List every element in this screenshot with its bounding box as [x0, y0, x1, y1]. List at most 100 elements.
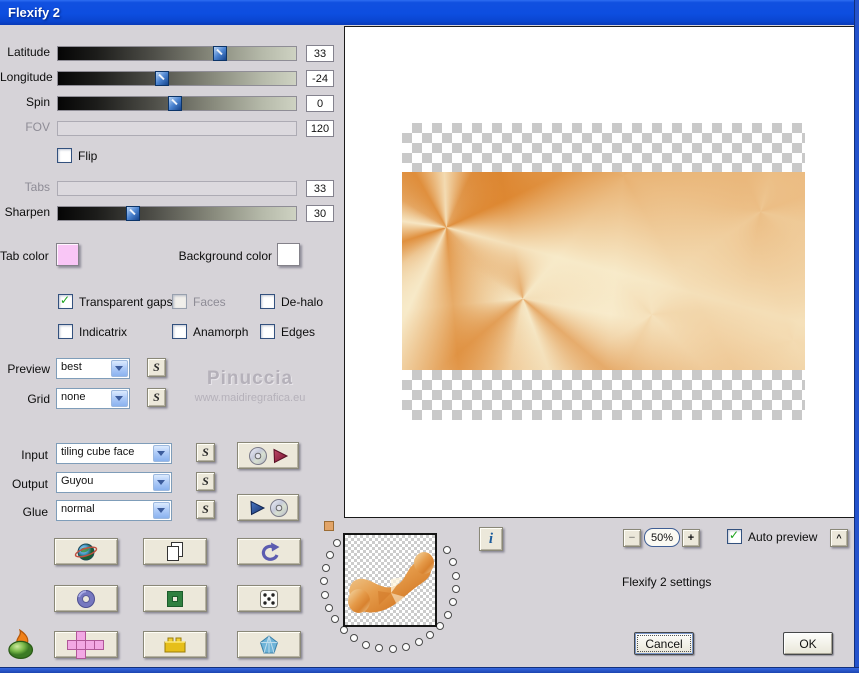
longitude-value-field[interactable]: -24 [306, 70, 334, 87]
chevron-down-icon[interactable] [153, 502, 170, 519]
output-select[interactable]: Guyou [56, 472, 172, 493]
preview-select[interactable]: best [56, 358, 130, 379]
longitude-label: Longitude [0, 70, 53, 84]
square-ring-button[interactable] [143, 585, 207, 612]
anamorph-checkbox[interactable]: ✓ [172, 324, 187, 339]
ring-dot [362, 640, 371, 649]
save-settings-button[interactable] [237, 442, 299, 469]
transparent-band-bottom [402, 370, 805, 420]
grid-s-button[interactable]: S [147, 388, 166, 407]
preview-s-button[interactable]: S [147, 358, 166, 377]
cube-net-button[interactable] [54, 630, 118, 659]
transparent-gaps-label: Transparent gaps [79, 294, 173, 309]
flexify-preview-image [402, 172, 805, 370]
glue-s-button[interactable]: S [196, 500, 215, 519]
preview-thumbnail[interactable] [343, 533, 437, 627]
flame-pear-icon [6, 629, 38, 659]
auto-preview-checkbox[interactable]: ✓ [727, 528, 742, 544]
check-icon: ✓ [60, 293, 71, 307]
input-select[interactable]: tiling cube face [56, 443, 172, 464]
gem-button[interactable] [237, 631, 301, 658]
spin-label: Spin [25, 95, 50, 109]
chevron-down-icon[interactable] [153, 474, 170, 491]
zoom-level[interactable]: 50% [644, 528, 680, 547]
latitude-slider-thumb[interactable] [213, 46, 227, 61]
glue-select[interactable]: normal [56, 500, 172, 521]
cancel-button[interactable]: Cancel [634, 632, 694, 655]
zoom-out-button[interactable]: − [623, 529, 641, 547]
random-dice-button[interactable] [237, 585, 301, 612]
collapse-button[interactable]: ^ [830, 529, 848, 547]
copy-button[interactable] [143, 538, 207, 565]
faces-checkbox: ✓ [172, 294, 187, 309]
fov-value-field[interactable]: 120 [306, 120, 334, 137]
preview-select-label: Preview [7, 362, 50, 376]
ok-button[interactable]: OK [783, 632, 833, 655]
glue-select-value: normal [61, 503, 95, 515]
output-select-value: Guyou [61, 475, 94, 487]
tabs-value-field[interactable]: 33 [306, 180, 334, 197]
glue-color-chip[interactable] [324, 521, 334, 531]
watermark: Pinuccia www.maidiregrafica.eu [170, 368, 330, 404]
flip-checkbox[interactable]: ✓ [57, 148, 72, 163]
sharpen-slider[interactable] [57, 206, 297, 221]
fov-slider [57, 121, 297, 136]
check-icon: ✓ [729, 528, 740, 542]
tabs-slider [57, 181, 297, 196]
indicatrix-label: Indicatrix [79, 324, 128, 339]
ring-dot [339, 625, 348, 634]
output-select-label: Output [11, 477, 48, 491]
info-button[interactable]: i [479, 527, 503, 551]
de-halo-label: De-halo [281, 294, 324, 309]
output-s-button[interactable]: S [196, 472, 215, 491]
transparent-gaps-checkbox[interactable]: ✓ [58, 293, 73, 309]
ring-dot [436, 621, 445, 630]
dice-icon [257, 587, 281, 611]
preview-select-value: best [61, 361, 82, 373]
latitude-value-field[interactable]: 33 [306, 45, 334, 62]
ring-dot [333, 539, 342, 548]
indicatrix-checkbox[interactable]: ✓ [58, 324, 73, 339]
chevron-down-icon[interactable] [153, 445, 170, 462]
fov-label: FOV [25, 120, 50, 134]
torus-button[interactable] [54, 585, 118, 612]
watermark-name: Pinuccia [206, 368, 294, 389]
ring-dot [449, 598, 458, 607]
glue-select-label: Glue [22, 505, 48, 519]
cd-disc-icon [269, 498, 289, 518]
spin-slider-thumb[interactable] [168, 96, 182, 111]
sharpen-value-field[interactable]: 30 [306, 205, 334, 222]
zoom-in-button[interactable]: + [682, 529, 700, 547]
flip-label: Flip [78, 148, 98, 163]
grid-select[interactable]: none [56, 388, 130, 409]
lego-brick-button[interactable] [143, 631, 207, 658]
background-color-label: Background color [178, 249, 272, 263]
ring-dot [350, 634, 359, 643]
undo-button[interactable] [237, 538, 301, 565]
globe-icon [74, 540, 98, 564]
background-color-swatch[interactable] [277, 243, 300, 266]
ring-dot [324, 603, 333, 612]
de-halo-checkbox[interactable]: ✓ [260, 294, 275, 309]
spin-slider[interactable] [57, 96, 297, 111]
flip-checkbox-row: ✓ Flip [57, 148, 97, 163]
ring-dot [451, 571, 460, 580]
ring-dot [426, 631, 435, 640]
load-settings-button[interactable] [237, 494, 299, 521]
chevron-down-icon[interactable] [111, 390, 128, 407]
edges-checkbox[interactable]: ✓ [260, 324, 275, 339]
chevron-down-icon[interactable] [111, 360, 128, 377]
planet-button[interactable] [54, 538, 118, 565]
title-bar[interactable]: Flexify 2 [0, 0, 859, 25]
tab-color-swatch[interactable] [56, 243, 79, 266]
input-s-button[interactable]: S [196, 443, 215, 462]
tab-color-label: Tab color [0, 249, 49, 263]
sharpen-slider-thumb[interactable] [126, 206, 140, 221]
longitude-slider[interactable] [57, 71, 297, 86]
window-title: Flexify 2 [8, 5, 61, 20]
spin-value-field[interactable]: 0 [306, 95, 334, 112]
ring-dot [320, 577, 329, 586]
flaming-pear-logo [6, 629, 38, 659]
latitude-slider[interactable] [57, 46, 297, 61]
longitude-slider-thumb[interactable] [155, 71, 169, 86]
